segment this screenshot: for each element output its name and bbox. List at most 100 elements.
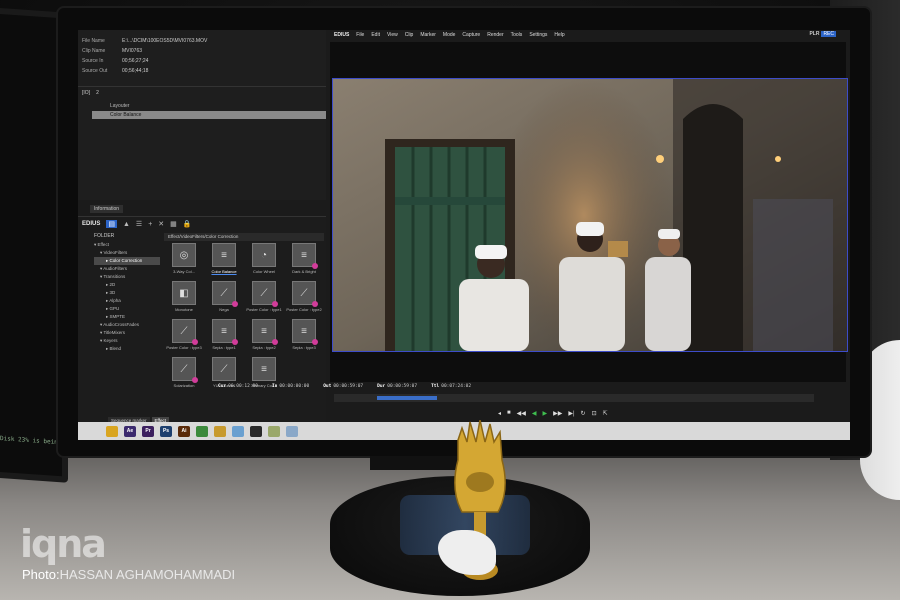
- tree-item[interactable]: ▾ AudioCrossFades: [94, 321, 160, 329]
- io-button[interactable]: [IO]: [82, 90, 90, 100]
- plr-label[interactable]: PLR: [809, 31, 819, 37]
- effect-item[interactable]: ⟋ Solarization: [164, 357, 204, 395]
- list-view-icon[interactable]: ☰: [136, 220, 142, 228]
- tree-item[interactable]: ▸ Alpha: [94, 297, 160, 305]
- effect-item[interactable]: ≡ Dark & Bright: [284, 243, 324, 281]
- lock-icon[interactable]: 🔒: [183, 220, 192, 228]
- fast-forward-icon[interactable]: ▶▶: [553, 410, 562, 417]
- menu-item[interactable]: File: [356, 32, 364, 38]
- effect-item[interactable]: ⟋ Nega: [204, 281, 244, 319]
- folder-view-icon[interactable]: ▤: [106, 220, 117, 228]
- chrome-icon[interactable]: [106, 425, 118, 437]
- player-timeline[interactable]: [334, 394, 814, 402]
- rewind-icon[interactable]: ◀◀: [517, 410, 526, 417]
- timecode-key: Dur: [377, 384, 386, 389]
- effect-label: Sepia : type1: [212, 345, 236, 350]
- curve-icon: ⟋: [252, 281, 278, 307]
- menu-item[interactable]: Mode: [443, 32, 456, 38]
- iqna-logo: iqna: [20, 522, 107, 566]
- edius-menu-brand: EDIUS: [334, 32, 350, 38]
- rec-label[interactable]: REC: [821, 31, 836, 37]
- add-icon[interactable]: +: [148, 221, 152, 228]
- sliders-icon: ≡: [252, 357, 276, 381]
- menu-item[interactable]: Capture: [462, 32, 480, 38]
- tree-item[interactable]: ▸ 2D: [94, 281, 160, 289]
- window-icon[interactable]: [286, 425, 298, 437]
- gpu-badge-icon: [232, 339, 238, 345]
- effect-label: Monotone: [175, 307, 193, 312]
- info-value: 00;56;27;24: [122, 58, 149, 64]
- tree-item[interactable]: ▸ GPU: [94, 305, 160, 313]
- effect-item[interactable]: ◧ Monotone: [164, 281, 204, 319]
- set-in-icon[interactable]: ◂: [498, 410, 501, 417]
- tree-item[interactable]: ▾ TitleMixers: [94, 329, 160, 337]
- credit-prefix: Photo:: [22, 567, 60, 582]
- timecode: Dur 00:00:59:07: [377, 384, 417, 389]
- stop-icon[interactable]: ■: [507, 410, 511, 417]
- tree-item[interactable]: ▾ Effect: [94, 241, 160, 249]
- menu-item[interactable]: Settings: [529, 32, 547, 38]
- effect-item[interactable]: ≡ Color Balance: [204, 243, 244, 281]
- tree-item[interactable]: ▸ Color Correction: [94, 257, 160, 265]
- blue-wall: [753, 199, 833, 351]
- folder-icon[interactable]: [214, 425, 226, 437]
- tree-item[interactable]: ▾ AudioFilters: [94, 265, 160, 273]
- effect-item[interactable]: ≡ Sepia : type1: [204, 319, 244, 357]
- effect-item[interactable]: ⟋ Poster Color : type2: [284, 281, 324, 319]
- info-key: File Name: [82, 38, 105, 44]
- effect-label: Sepia : type3: [292, 345, 316, 350]
- after-effects-icon[interactable]: Ae: [124, 425, 136, 437]
- delete-icon[interactable]: ✕: [158, 220, 164, 228]
- menu-item[interactable]: Marker: [420, 32, 436, 38]
- tree-item[interactable]: ▾ Transitions: [94, 273, 160, 281]
- color-wheel-icon: ◔: [252, 243, 276, 267]
- export-icon[interactable]: ⇱: [603, 410, 608, 417]
- next-edit-icon[interactable]: ▶|: [568, 410, 574, 417]
- credit-name: HASSAN AGHAMOHAMMADI: [59, 567, 236, 582]
- tree-item[interactable]: ▸ Blend: [94, 345, 160, 353]
- menu-item[interactable]: Edit: [371, 32, 380, 38]
- photoshop-icon[interactable]: Ps: [160, 425, 172, 437]
- play-icon[interactable]: ▶: [543, 410, 548, 417]
- effect-item[interactable]: ≡ Sepia : type2: [244, 319, 284, 357]
- menu-item[interactable]: Help: [554, 32, 564, 38]
- effect-item[interactable]: ≡ Sepia : type3: [284, 319, 324, 357]
- premiere-icon[interactable]: Pr: [142, 425, 154, 437]
- layer-row-selected[interactable]: Color Balance: [92, 111, 326, 119]
- loop-icon[interactable]: ↻: [581, 410, 586, 417]
- info-key: Source Out: [82, 68, 108, 74]
- timecode-row: Cur 00:00:12:00 In 00:00:00:00 Out 00:00:59:0…: [218, 384, 471, 389]
- tree-item[interactable]: ▾ Keyers: [94, 337, 160, 345]
- grid-view-icon[interactable]: ▦: [170, 220, 177, 228]
- tree-label: VideoFilters: [103, 250, 128, 255]
- edius-icon[interactable]: [250, 425, 262, 437]
- menu-item[interactable]: Clip: [405, 32, 414, 38]
- menu-item[interactable]: View: [387, 32, 398, 38]
- effect-item[interactable]: ⟋ Poster Color : type3: [164, 319, 204, 357]
- effect-item[interactable]: ≡ Primary Col...: [244, 357, 284, 395]
- player-window: [330, 42, 848, 382]
- overwrite-icon[interactable]: ⊡: [592, 410, 597, 417]
- effect-item[interactable]: ◎ 3-Way Col...: [164, 243, 204, 281]
- menu-item[interactable]: Tools: [511, 32, 523, 38]
- tree-item[interactable]: ▾ VideoFilters: [94, 249, 160, 257]
- files-icon[interactable]: [268, 425, 280, 437]
- notepad-icon[interactable]: [232, 425, 244, 437]
- menu-item[interactable]: Render: [487, 32, 503, 38]
- timecode: Cur 00:00:12:00: [218, 384, 258, 389]
- tree-item[interactable]: ▸ 3D: [94, 289, 160, 297]
- effect-item[interactable]: ◔ Color Wheel: [244, 243, 284, 281]
- up-icon[interactable]: ▲: [123, 221, 130, 228]
- main-monitor: File Name E:\...\DCIM\100EOS5D\MVI0763.MO…: [58, 8, 870, 456]
- effect-item[interactable]: ⟋ Poster Color : type1: [244, 281, 284, 319]
- timecode-value: 00:00:00:00: [279, 384, 310, 389]
- play-reverse-icon[interactable]: ◀: [532, 410, 537, 417]
- tree-label: Alpha: [109, 298, 121, 303]
- layer-row[interactable]: Layouter: [92, 102, 326, 110]
- tree-item[interactable]: ▸ SMPTE: [94, 313, 160, 321]
- monotone-icon: ◧: [172, 281, 196, 305]
- tab-information[interactable]: Information: [90, 205, 124, 213]
- media-player-icon[interactable]: [196, 425, 208, 437]
- effect-item[interactable]: ⟋ YUV Curves: [204, 357, 244, 395]
- illustrator-icon[interactable]: Ai: [178, 425, 190, 437]
